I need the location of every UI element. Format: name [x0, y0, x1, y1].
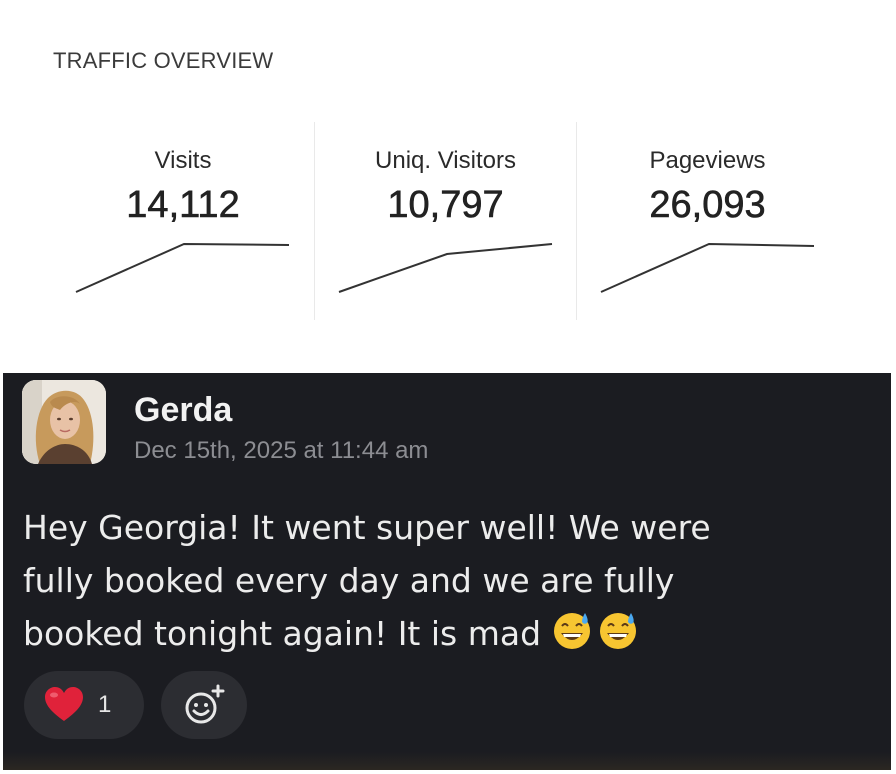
visits-sparkline	[75, 242, 290, 293]
avatar[interactable]	[22, 380, 106, 464]
unique-visitors-sparkline	[338, 243, 553, 293]
emoji-group	[551, 609, 639, 651]
stat-label: Visits	[154, 147, 212, 174]
red-heart-icon	[45, 687, 83, 721]
message-line: booked tonight again! It is mad	[23, 614, 542, 653]
pageviews-sparkline	[600, 242, 815, 293]
stat-label: Pageviews	[649, 147, 766, 174]
message-last-line-wrapper: booked tonight again! It is mad	[23, 607, 883, 660]
message-author[interactable]: Gerda	[134, 391, 232, 430]
stat-pageviews: Pageviews 26,093	[576, 122, 838, 320]
reaction-count: 1	[98, 691, 112, 718]
message-line: fully booked every day and we are fully	[23, 561, 675, 600]
traffic-overview-panel: TRAFFIC OVERVIEW Visits 14,112 Uniq. Vis…	[0, 0, 896, 370]
card-bottom-edge	[3, 752, 891, 770]
stat-value: 26,093	[649, 184, 766, 227]
stat-value: 14,112	[126, 184, 240, 227]
chat-message: Gerda Dec 15th, 2025 at 11:44 am Hey Geo…	[3, 373, 891, 770]
message-line: Hey Georgia! It went super well! We were	[23, 508, 711, 547]
grinning-sweat-emoji	[600, 613, 637, 649]
stat-unique-visitors: Uniq. Visitors 10,797	[314, 122, 576, 320]
add-emoji-icon	[185, 684, 225, 724]
traffic-overview-title: TRAFFIC OVERVIEW	[53, 48, 274, 73]
stat-visits: Visits 14,112	[52, 122, 314, 320]
stat-value: 10,797	[387, 184, 504, 227]
add-reaction-button[interactable]	[161, 671, 247, 739]
message-body: Hey Georgia! It went super well! We were…	[23, 501, 883, 660]
message-timestamp[interactable]: Dec 15th, 2025 at 11:44 am	[134, 437, 428, 465]
heart-reaction-button[interactable]: 1	[24, 671, 144, 739]
grinning-sweat-emoji	[554, 613, 591, 649]
stat-label: Uniq. Visitors	[375, 147, 516, 174]
